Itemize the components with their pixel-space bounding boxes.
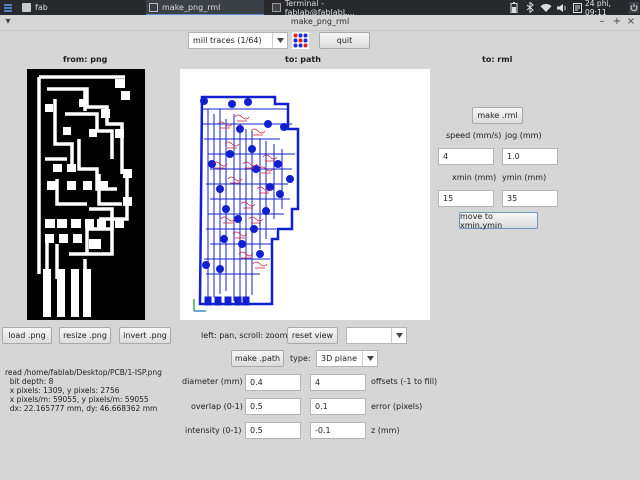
move-to-xmin-ymin-button[interactable]: move to xmin,ymin	[459, 212, 538, 230]
resize-png-button[interactable]: resize .png	[59, 327, 111, 344]
toolpath-render	[193, 95, 300, 312]
folder-icon	[22, 3, 31, 12]
power-icon[interactable]	[628, 0, 639, 15]
xmin-field[interactable]: 15	[438, 190, 494, 207]
path-preview[interactable]	[180, 69, 430, 320]
view-select[interactable]	[346, 327, 407, 344]
task-make-png-rml[interactable]: make_png_rml	[146, 0, 264, 15]
close-icon[interactable]: ×	[625, 16, 637, 28]
xmin-label: xmin (mm)	[452, 173, 497, 182]
jog-label: jog (mm)	[505, 131, 542, 140]
minimize-icon[interactable]: –	[596, 16, 608, 28]
ymin-label: ymin (mm)	[502, 173, 547, 182]
window-titlebar[interactable]: ▾ make_png_rml – + ×	[0, 15, 640, 31]
task-label: fab	[35, 3, 48, 12]
info-line-pixels-per-m: x pixels/m: 59055, y pixels/m: 59055	[5, 395, 149, 404]
z-label: z (mm)	[371, 426, 400, 435]
task-fab[interactable]: fab	[22, 0, 140, 15]
to-path-header: to: path	[285, 55, 321, 64]
taskbar: fab make_png_rml Terminal - fablab@fabla…	[0, 0, 640, 17]
reset-view-button[interactable]: reset view	[287, 327, 338, 344]
to-rml-header: to: rml	[482, 55, 513, 64]
app-menu-icon[interactable]	[2, 0, 14, 15]
speed-label: speed (mm/s)	[446, 131, 502, 140]
diameter-field[interactable]: 0.4	[245, 374, 301, 391]
error-label: error (pixels)	[371, 402, 423, 411]
window-icon	[149, 2, 158, 12]
invert-png-button[interactable]: invert .png	[119, 327, 171, 344]
png-preview[interactable]	[27, 69, 145, 320]
z-field[interactable]: -0.1	[310, 422, 366, 439]
info-line-bit-depth: bit depth: 8	[5, 377, 54, 386]
error-field[interactable]: 0.1	[310, 398, 366, 415]
task-terminal[interactable]: Terminal - fablab@fablabL...	[272, 0, 392, 17]
intensity-label: intensity (0-1)	[185, 426, 242, 435]
offsets-label: offsets (-1 to fill)	[371, 377, 438, 386]
process-select[interactable]: mill traces (1/64)	[188, 32, 288, 49]
load-png-button[interactable]: load .png	[2, 327, 52, 344]
volume-icon[interactable]	[555, 0, 569, 15]
clock[interactable]: 24 phi, 09:11	[585, 0, 627, 17]
quit-button[interactable]: quit	[319, 32, 370, 49]
info-line-pixels: x pixels: 1309, y pixels: 2756	[5, 386, 120, 395]
fab-logo-icon	[292, 32, 309, 49]
ymin-field[interactable]: 35	[502, 190, 558, 207]
from-png-header: from: png	[63, 55, 108, 64]
offsets-field[interactable]: 4	[310, 374, 366, 391]
overlap-field[interactable]: 0.5	[245, 398, 301, 415]
terminal-icon	[272, 3, 281, 12]
process-select-value: mill traces (1/64)	[193, 36, 262, 45]
chevron-down-icon	[391, 328, 406, 343]
battery-icon[interactable]	[508, 0, 520, 15]
diameter-label: diameter (mm)	[182, 377, 243, 386]
jog-field[interactable]: 1.0	[502, 148, 558, 165]
info-line-dimensions: dx: 22.165777 mm, dy: 46.668362 mm	[5, 404, 158, 413]
type-label: type:	[290, 354, 311, 363]
make-rml-button[interactable]: make .rml	[472, 107, 523, 124]
type-select-value: 3D plane	[321, 354, 357, 363]
pan-zoom-hint: left: pan, scroll: zoom	[201, 331, 288, 340]
chevron-down-icon	[272, 33, 287, 48]
notification-icon[interactable]	[571, 0, 583, 15]
chevron-down-icon	[362, 351, 377, 366]
info-line-file: read /home/fablab/Desktop/PCB/1-ISP.png	[5, 368, 162, 377]
overlap-label: overlap (0-1)	[191, 402, 243, 411]
speed-field[interactable]: 4	[438, 148, 494, 165]
intensity-field[interactable]: 0.5	[245, 422, 301, 439]
make-path-button[interactable]: make .path	[231, 350, 284, 367]
bluetooth-icon[interactable]	[524, 0, 536, 15]
type-select[interactable]: 3D plane	[316, 350, 378, 367]
task-label: make_png_rml	[162, 2, 221, 12]
pcb-trace-image	[37, 75, 132, 317]
maximize-icon[interactable]: +	[611, 16, 623, 28]
wifi-icon[interactable]	[539, 0, 553, 15]
window-title: make_png_rml	[290, 17, 350, 26]
